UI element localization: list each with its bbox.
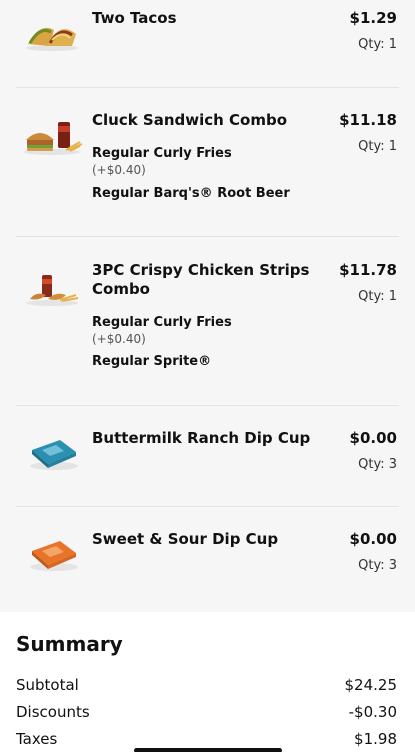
order-summary: Summary Subtotal $24.25 Discounts -$0.30… bbox=[0, 612, 415, 752]
sweet-sour-dip-cup-icon bbox=[30, 541, 78, 571]
item-price: $0.00 bbox=[349, 530, 397, 548]
item-price: $1.29 bbox=[349, 9, 397, 27]
cart-item[interactable]: Cluck Sandwich Combo $11.18 Qty: 1 Regul… bbox=[0, 88, 415, 236]
item-price: $11.78 bbox=[339, 261, 397, 279]
chicken-strips-combo-icon bbox=[26, 275, 79, 306]
summary-value: $1.98 bbox=[354, 730, 397, 748]
item-name: 3PC Crispy Chicken Strips bbox=[92, 261, 310, 279]
item-modifier: Regular Barq's® Root Beer bbox=[92, 186, 290, 201]
item-modifier: Regular Curly Fries bbox=[92, 315, 232, 330]
cart-item[interactable]: Sweet & Sour Dip Cup $0.00 Qty: 3 bbox=[0, 507, 415, 607]
item-name: Sweet & Sour Dip Cup bbox=[92, 530, 279, 548]
tacos-icon bbox=[26, 27, 78, 51]
summary-label: Subtotal bbox=[16, 676, 79, 694]
cart-item[interactable]: Two Tacos $1.29 Qty: 1 bbox=[0, 0, 415, 88]
summary-value: $24.25 bbox=[344, 676, 398, 694]
item-quantity: Qty: 1 bbox=[358, 37, 397, 52]
item-quantity: Qty: 3 bbox=[358, 558, 397, 573]
ranch-dip-cup-icon bbox=[30, 440, 78, 470]
item-modifier-price: (+$0.40) bbox=[92, 332, 146, 346]
item-modifier: Regular Sprite® bbox=[92, 354, 212, 369]
item-name: Two Tacos bbox=[92, 9, 177, 27]
item-name: Cluck Sandwich Combo bbox=[92, 111, 288, 129]
summary-value: -$0.30 bbox=[348, 703, 397, 721]
item-price: $0.00 bbox=[349, 429, 397, 447]
item-modifier-price: (+$0.40) bbox=[92, 163, 146, 177]
summary-label: Taxes bbox=[16, 730, 58, 748]
cart-item[interactable]: 3PC Crispy Chicken Strips Combo $11.78 Q… bbox=[0, 237, 415, 405]
summary-label: Discounts bbox=[16, 703, 90, 721]
item-quantity: Qty: 1 bbox=[358, 289, 397, 304]
item-quantity: Qty: 1 bbox=[358, 139, 397, 154]
item-modifier: Regular Curly Fries bbox=[92, 146, 232, 161]
item-price: $11.18 bbox=[339, 111, 397, 129]
item-name: Buttermilk Ranch Dip Cup bbox=[92, 429, 311, 447]
item-name-continued: Combo bbox=[92, 280, 150, 298]
cart-item[interactable]: Buttermilk Ranch Dip Cup $0.00 Qty: 3 bbox=[0, 406, 415, 506]
summary-title: Summary bbox=[16, 632, 123, 656]
sandwich-combo-icon bbox=[24, 122, 83, 155]
item-quantity: Qty: 3 bbox=[358, 457, 397, 472]
home-indicator[interactable] bbox=[134, 748, 282, 752]
